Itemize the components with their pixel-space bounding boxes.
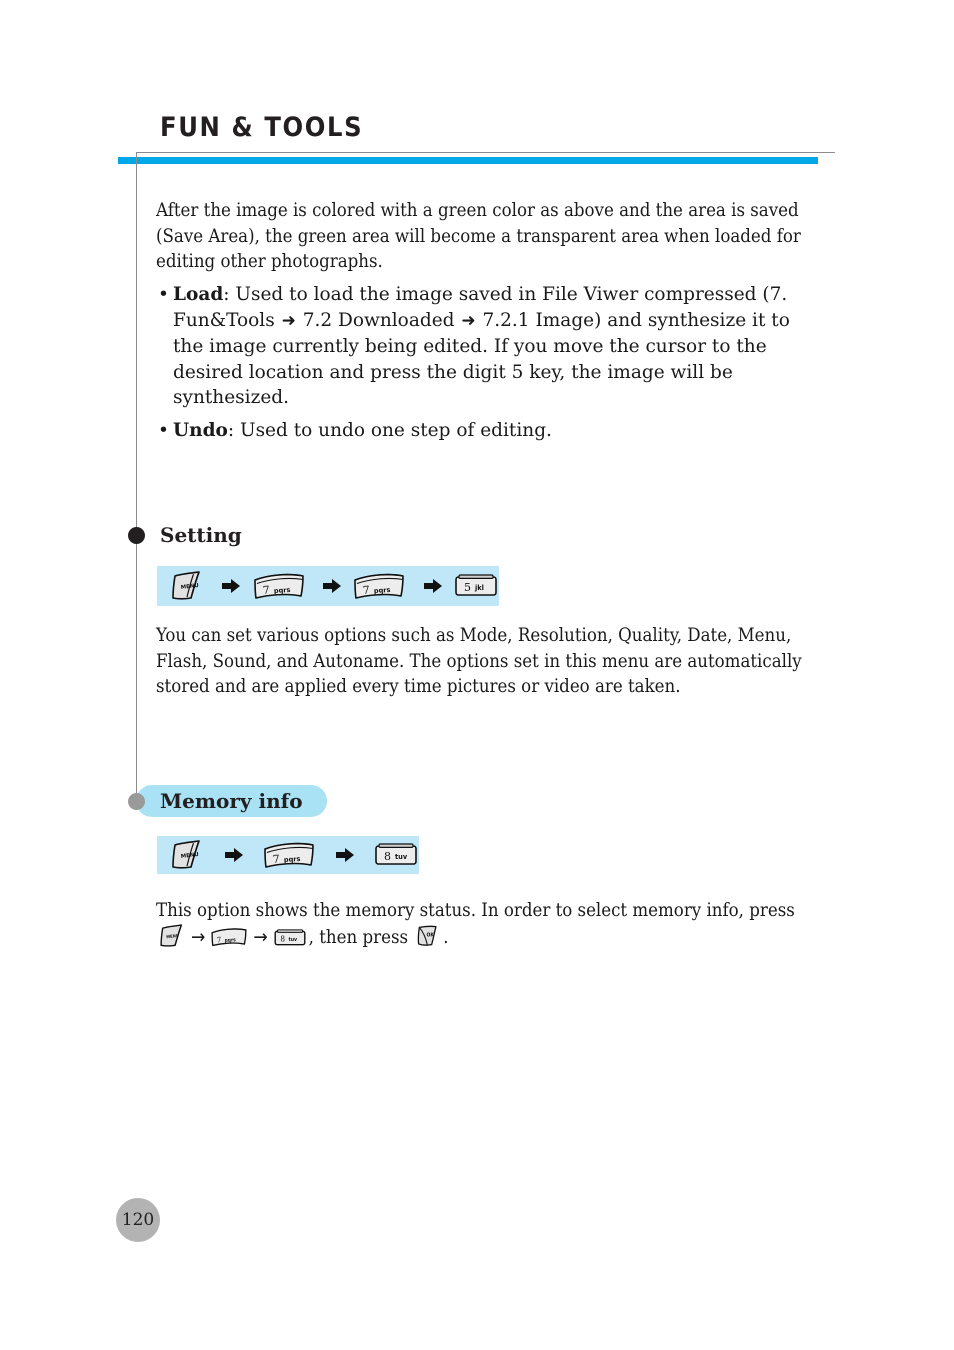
key-sequence-memory-info: MENU 7 pqrs 8 tuv [157, 836, 419, 874]
key-sequence-setting: MENU 7 pqrs 7 pqrs 5 jkl [157, 566, 499, 606]
section-title: Memory info [160, 789, 303, 813]
svg-text:7: 7 [272, 853, 280, 866]
key-8-tuv-icon: 8 tuv [273, 928, 307, 948]
bullet-dot-icon: • [158, 419, 169, 441]
key-7-pqrs-icon: 7 pqrs [352, 571, 406, 601]
arrow-right-icon [225, 848, 243, 862]
svg-text:7: 7 [363, 584, 371, 597]
bullet-term: Undo [173, 419, 228, 441]
header-rule-gray [136, 152, 835, 153]
memory-text-part-1: This option shows the memory status. In … [156, 900, 795, 921]
header-rule-blue [118, 157, 818, 164]
svg-text:MENU: MENU [181, 583, 200, 591]
arrow-right-icon: → [191, 925, 206, 948]
arrow-right-icon: ➜ [461, 310, 476, 331]
svg-text:OK: OK [427, 932, 435, 938]
section-bullet-icon [128, 793, 145, 810]
key-8-tuv-icon: 8 tuv [373, 842, 419, 868]
key-7-pqrs-icon: 7 pqrs [262, 840, 316, 870]
menu-key-icon: MENU [169, 840, 205, 870]
memory-info-paragraph: This option shows the memory status. In … [156, 898, 816, 950]
arrow-right-icon: → [253, 925, 268, 948]
svg-text:pqrs: pqrs [273, 586, 290, 595]
arrow-right-icon: ➜ [281, 310, 296, 331]
memory-text-part-2: , then press [308, 926, 414, 948]
arrow-right-icon [222, 579, 241, 593]
section-title: Setting [160, 523, 242, 547]
arrow-right-icon [322, 579, 341, 593]
svg-text:tuv: tuv [395, 853, 408, 861]
manual-page: FUN & TOOLS After the image is colored w… [0, 0, 954, 1350]
memory-text-part-3: . [443, 926, 449, 948]
page-title: FUN & TOOLS [160, 112, 364, 143]
key-7-pqrs-icon: 7 pqrs [252, 571, 306, 601]
svg-text:MENU: MENU [181, 852, 200, 860]
svg-text:pqrs: pqrs [374, 586, 391, 595]
svg-text:8: 8 [280, 933, 285, 943]
section-bullet-icon [128, 527, 145, 544]
svg-text:pqrs: pqrs [284, 855, 301, 864]
svg-text:5: 5 [464, 581, 471, 594]
svg-text:7: 7 [262, 584, 270, 597]
ok-key-icon: OK [415, 924, 441, 948]
menu-key-icon: MENU [158, 924, 186, 948]
bullet-dot-icon: • [158, 284, 169, 305]
feature-bullet-list: • Load: Used to load the image saved in F… [156, 282, 821, 451]
arrow-right-icon [336, 848, 354, 862]
svg-text:7: 7 [217, 935, 222, 944]
list-item: • Load: Used to load the image saved in F… [156, 282, 821, 411]
setting-paragraph: You can set various options such as Mode… [156, 625, 802, 698]
svg-text:pqrs: pqrs [225, 937, 237, 944]
list-item: • Undo: Used to undo one step of editing. [156, 418, 821, 444]
page-number-badge: 120 [116, 1198, 160, 1242]
key-7-pqrs-icon: 7 pqrs [210, 926, 248, 948]
section-heading-memory-info: Memory info [128, 784, 327, 818]
menu-key-icon: MENU [169, 571, 205, 601]
key-5-jkl-icon: 5 jkl [453, 573, 499, 599]
bullet-text-1: : Used to undo one step of editing. [227, 419, 552, 441]
svg-text:8: 8 [384, 850, 391, 863]
svg-text:tuv: tuv [288, 937, 297, 943]
arrow-right-icon [423, 579, 442, 593]
intro-paragraph: After the image is colored with a green … [156, 200, 801, 273]
bullet-text-2: 7.2 Downloaded [296, 309, 461, 331]
bullet-term: Load [173, 284, 224, 305]
left-margin-rule [136, 152, 137, 804]
svg-text:jkl: jkl [474, 584, 484, 592]
